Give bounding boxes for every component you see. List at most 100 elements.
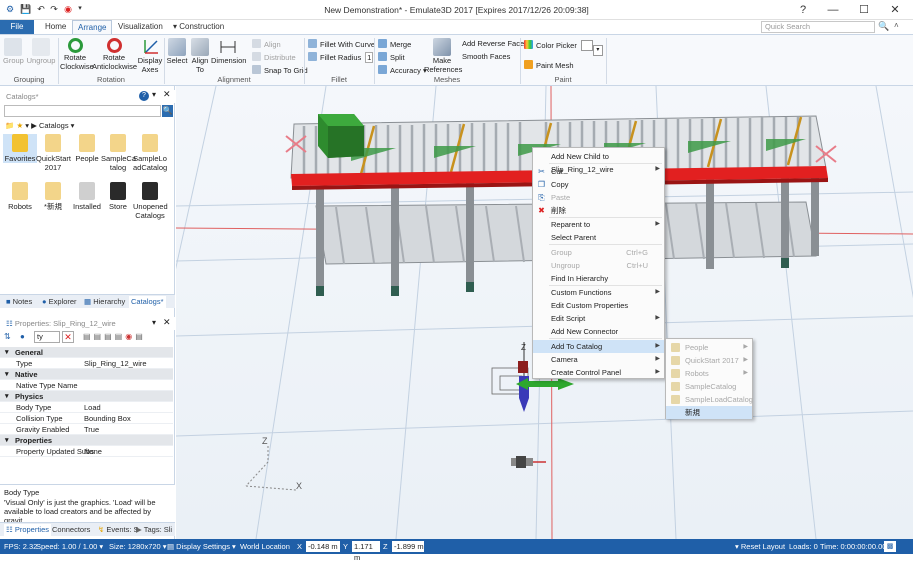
smooth-faces-button[interactable]: Smooth Faces bbox=[462, 52, 510, 61]
categorize-icon[interactable]: ● bbox=[20, 332, 25, 341]
distribute-button[interactable]: Distribute bbox=[252, 52, 296, 62]
collapse-ribbon-icon[interactable]: ˄ bbox=[894, 21, 899, 30]
merge-button[interactable]: Merge bbox=[378, 39, 411, 49]
folder-icon[interactable]: 📁 bbox=[5, 121, 14, 130]
context-menu-item[interactable]: Create Control Panel ▶ bbox=[533, 366, 664, 379]
tab-arrange[interactable]: Arrange bbox=[72, 20, 113, 34]
context-menu-item[interactable]: Custom Functions ▶ bbox=[533, 286, 664, 299]
property-value[interactable]: Load bbox=[84, 402, 101, 413]
tab-catalogs[interactable]: Catalogs* bbox=[129, 296, 166, 308]
size-readout[interactable]: Size: 1280x720 ▾ bbox=[109, 539, 167, 554]
catalog-item[interactable]: *新規 bbox=[36, 182, 70, 211]
context-menu-item[interactable]: Add To Catalog ▶ bbox=[533, 339, 664, 353]
minimize-button[interactable]: — bbox=[818, 0, 848, 20]
tab-notes[interactable]: ■ Notes bbox=[6, 296, 32, 308]
tab-home[interactable]: Home bbox=[40, 20, 71, 34]
property-filter-input[interactable]: ty bbox=[34, 331, 60, 343]
submenu-item[interactable]: Robots ▶ bbox=[666, 367, 752, 380]
close-icon[interactable]: ✕ bbox=[163, 89, 171, 100]
catalog-item[interactable]: QuickStart 2017 bbox=[36, 134, 71, 172]
reset-layout-button[interactable]: ▾ Reset Layout bbox=[735, 539, 785, 554]
y-coordinate[interactable]: 1.171 m bbox=[352, 541, 380, 562]
submenu-item[interactable]: SampleLoadCatalog bbox=[666, 393, 753, 406]
color-swatch[interactable] bbox=[580, 40, 593, 51]
x-coordinate[interactable]: -0.148 m bbox=[306, 541, 340, 552]
align-to-button[interactable]: Align To bbox=[189, 38, 211, 74]
tab-events[interactable]: ↯ Events: S bbox=[98, 524, 139, 536]
catalog-item[interactable]: People bbox=[70, 134, 104, 163]
paint-mesh-button[interactable]: Paint Mesh bbox=[524, 60, 574, 70]
close-icon[interactable]: ✕ bbox=[163, 317, 171, 328]
rotate-clockwise-button[interactable]: Rotate Clockwise bbox=[60, 38, 94, 71]
context-menu-item[interactable]: Ungroup Ctrl+U bbox=[533, 259, 664, 272]
tab-properties[interactable]: ☷ Properties bbox=[4, 524, 52, 536]
search-icon[interactable]: 🔍 bbox=[162, 105, 173, 117]
catalog-search-input[interactable] bbox=[4, 105, 161, 117]
property-row[interactable]: Body Type Load bbox=[0, 402, 173, 413]
context-menu-item[interactable]: Add New Connector bbox=[533, 325, 664, 338]
display-settings[interactable]: ▤ Display Settings ▾ bbox=[167, 539, 236, 554]
catalog-item[interactable]: Unopened Catalogs bbox=[133, 182, 168, 220]
context-menu-item[interactable]: Edit Script ▶ bbox=[533, 312, 664, 325]
search-icon[interactable]: 🔍 bbox=[878, 21, 889, 32]
submenu-item[interactable]: SampleCatalog bbox=[666, 380, 752, 393]
tab-visualization[interactable]: Visualization bbox=[113, 20, 168, 34]
fillet-with-curve-button[interactable]: Fillet With Curve bbox=[308, 39, 375, 49]
color-picker-button[interactable]: Color Picker ▾ bbox=[524, 40, 603, 56]
display-axes-button[interactable]: Display Axes bbox=[137, 38, 163, 74]
context-menu-item[interactable]: ⎘ Paste bbox=[533, 191, 664, 204]
accuracy-button[interactable]: Accuracy ▾ bbox=[378, 65, 427, 75]
sort-icon[interactable]: ⇅ bbox=[4, 332, 11, 341]
property-category[interactable]: General ▾ bbox=[0, 347, 173, 358]
pin-icon[interactable]: ▾ bbox=[152, 318, 156, 327]
tab-hierarchy[interactable]: ▦ Hierarchy bbox=[84, 296, 125, 308]
context-menu-item[interactable]: Find In Hierarchy bbox=[533, 272, 664, 285]
ungroup-button[interactable]: Ungroup bbox=[26, 38, 56, 66]
context-menu-item[interactable]: Add New Child to Slip_Ring_12_wire ▶ bbox=[533, 150, 664, 174]
property-value[interactable]: True bbox=[84, 424, 99, 435]
tab-connectors[interactable]: Connectors bbox=[52, 524, 90, 536]
dimension-button[interactable]: Dimension bbox=[211, 38, 246, 66]
pin-icon[interactable]: ▾ bbox=[152, 90, 156, 99]
property-row[interactable]: Native Type Name bbox=[0, 380, 173, 391]
z-coordinate[interactable]: -1.899 m bbox=[392, 541, 424, 552]
fps-badge-icon[interactable]: ▩ bbox=[884, 541, 896, 552]
align-button[interactable]: Align bbox=[252, 39, 281, 49]
tab-explorer[interactable]: ● Explorer bbox=[42, 296, 77, 308]
context-menu-item[interactable]: Reparent to ▶ bbox=[533, 218, 664, 231]
speed-readout[interactable]: Speed: 1.00 / 1.00 ▾ bbox=[36, 539, 103, 554]
submenu-item[interactable]: 新規 bbox=[666, 406, 752, 419]
tab-tags[interactable]: ▶ Tags: Sli bbox=[136, 524, 172, 536]
context-menu-item[interactable]: ✖ 削除 bbox=[533, 204, 664, 217]
catalog-item[interactable]: Robots bbox=[3, 182, 37, 211]
help-icon[interactable]: ? bbox=[139, 91, 149, 101]
property-category[interactable]: Native ▾ bbox=[0, 369, 173, 380]
clear-filter-icon[interactable]: ✕ bbox=[62, 331, 74, 343]
context-menu-item[interactable]: ❐ Copy bbox=[533, 178, 664, 191]
property-row[interactable]: Collision Type Bounding Box bbox=[0, 413, 173, 424]
property-category[interactable]: Properties ▾ bbox=[0, 435, 173, 446]
property-toolbar-icons[interactable]: ▤▤▤▤◉▤ bbox=[83, 332, 146, 341]
group-button[interactable]: Group bbox=[3, 38, 24, 66]
catalog-item[interactable]: Installed bbox=[70, 182, 104, 211]
rotate-anticlockwise-button[interactable]: Rotate Anticlockwise bbox=[92, 38, 137, 71]
breadcrumb-catalogs[interactable]: Catalogs bbox=[39, 121, 69, 130]
submenu-item[interactable]: People ▶ bbox=[666, 341, 752, 354]
context-menu-item[interactable]: Edit Custom Properties bbox=[533, 299, 664, 312]
property-value[interactable]: None bbox=[84, 446, 102, 457]
catalog-item[interactable]: SampleLo adCatalog bbox=[133, 134, 167, 172]
property-row[interactable]: Property Updated Subs None bbox=[0, 446, 173, 457]
context-menu-item[interactable]: Select Parent bbox=[533, 231, 664, 244]
star-icon[interactable]: ★ bbox=[16, 121, 23, 130]
select-button[interactable]: Select bbox=[166, 38, 188, 66]
context-menu-item[interactable]: Group Ctrl+G bbox=[533, 246, 664, 259]
catalog-item[interactable]: Favorites bbox=[3, 134, 37, 163]
tab-file[interactable]: File bbox=[0, 20, 34, 34]
catalog-item[interactable]: SampleCa talog bbox=[101, 134, 136, 172]
maximize-button[interactable]: ☐ bbox=[849, 0, 879, 20]
property-row[interactable]: Type Slip_Ring_12_wire bbox=[0, 358, 173, 369]
submenu-item[interactable]: QuickStart 2017 ▶ bbox=[666, 354, 752, 367]
property-value[interactable]: Slip_Ring_12_wire bbox=[84, 358, 147, 369]
fillet-radius-input[interactable]: 1 bbox=[365, 52, 374, 63]
chevron-down-icon[interactable]: ▾ bbox=[592, 45, 603, 56]
